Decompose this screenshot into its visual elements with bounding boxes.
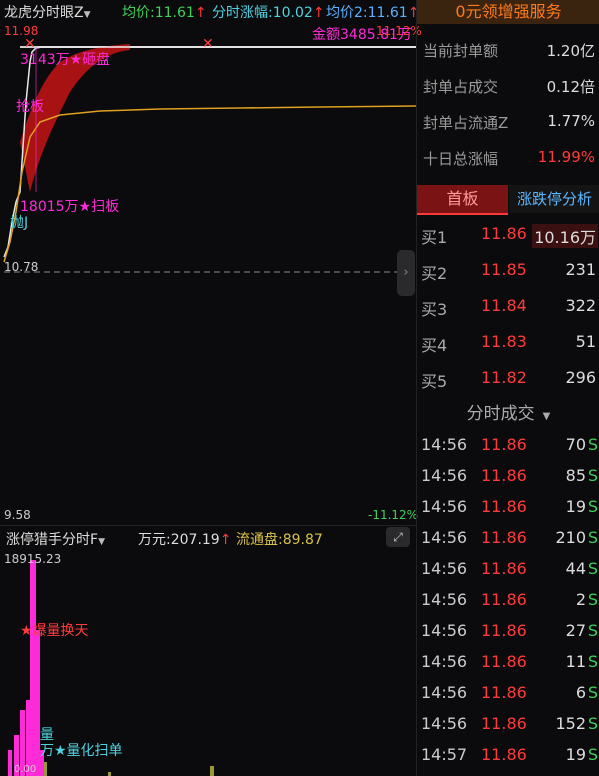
promo-banner[interactable]: 0元领增强服务 — [417, 0, 599, 24]
quote-panel: 0元领增强服务 当前封单额 1.20亿 封单占成交 0.12倍 封单占流通Z 1.77… — [416, 0, 599, 776]
bid-row: 买2 11.85 231 — [421, 260, 596, 283]
trade-row: 14:56 11.86 210 S — [421, 528, 598, 547]
sweep-signal-label: 18015万★扫板 — [20, 199, 120, 215]
trades-header[interactable]: 分时成交 ▼ — [417, 400, 599, 428]
trade-row: 14:56 11.86 2 S — [421, 590, 598, 609]
float-shares-label: 流通盘:89.87 — [236, 532, 323, 548]
indicator-name: 龙虎分时眼Z — [4, 5, 84, 21]
intraday-change-label: 分时涨幅:10.02↑ — [212, 5, 325, 21]
pct-low-label: -11.12% — [368, 508, 419, 522]
chevron-down-icon: ▼ — [98, 537, 105, 547]
trade-row: 14:56 11.86 6 S — [421, 683, 598, 702]
scan-signal-label: 万★量化扫单 — [40, 743, 123, 759]
stat-seal-amount: 当前封单额 1.20亿 — [423, 42, 595, 60]
bid-row: 买1 11.86 10.16万 — [421, 224, 598, 248]
expand-panel-handle[interactable]: › — [397, 250, 415, 296]
grab-signal-label: 抢板 — [16, 99, 44, 115]
indicator-selector[interactable]: 龙虎分时眼Z▼ — [4, 2, 91, 22]
volume-max-label: 18915.23 — [4, 552, 62, 566]
burst-signal-label: ★爆量换天 — [20, 623, 89, 639]
pct-high-label: 11.12% — [376, 24, 422, 38]
volume-indicator-header: 涨停猎手分时F▼ 万元:207.19↑ 流通盘:89.87 — [0, 525, 416, 550]
trade-row: 14:56 11.86 85 S — [421, 466, 598, 485]
up-arrow-icon: ↑ — [194, 5, 207, 21]
volume-zero-label: 0.00 — [14, 764, 37, 775]
bid-row: 买3 11.84 322 — [421, 296, 596, 319]
trade-row: 14:56 11.86 27 S — [421, 621, 598, 640]
caret-down-icon: ▼ — [542, 411, 551, 422]
volume-bar — [8, 750, 12, 776]
price-base-label: 10.78 — [4, 260, 39, 274]
trade-row: 14:57 11.86 19 S — [421, 745, 598, 764]
chevron-right-icon: › — [403, 265, 409, 280]
tab-limit-analysis[interactable]: 涨跌停分析 — [509, 185, 599, 213]
stat-seal-float: 封单占流通Z 1.77% — [423, 112, 595, 132]
up-arrow-icon: ↑ — [219, 532, 232, 548]
stat-seal-ratio: 封单占成交 0.12倍 — [423, 78, 595, 96]
tab-first-board[interactable]: 首板 — [417, 185, 508, 215]
volume-indicator-selector[interactable]: 涨停猎手分时F▼ — [6, 529, 105, 549]
trade-row: 14:56 11.86 44 S — [421, 559, 598, 578]
hit-signal-label: 3143万★砸盘 — [20, 52, 111, 68]
indicator-header: 龙虎分时眼Z▼ 均价:11.61↑ 分时涨幅:10.02↑ 均价2:11.61↑ — [0, 0, 420, 22]
stat-ten-day-gain: 十日总涨幅 11.99% — [423, 148, 595, 168]
price-low-label: 9.58 — [4, 508, 31, 522]
bid-row: 买5 11.82 296 — [421, 368, 596, 391]
trade-row: 14:56 11.86 19 S — [421, 497, 598, 516]
volume-bar — [30, 560, 36, 776]
avg-price-label: 均价:11.61↑ — [122, 5, 207, 21]
avg2-price-label: 均价2:11.61↑ — [326, 5, 420, 21]
trade-row: 14:56 11.86 70 S — [421, 435, 598, 454]
chevron-down-icon: ▼ — [83, 10, 91, 20]
avg-price-line — [3, 105, 416, 263]
volume-bar — [44, 762, 47, 776]
trade-row: 14:56 11.86 152 S — [421, 714, 598, 733]
x-marker-icon: ✕ — [202, 36, 214, 52]
price-high-label: 11.98 — [4, 24, 39, 38]
volume-bar — [108, 772, 111, 776]
bid-row: 买4 11.83 51 — [421, 332, 596, 355]
volume-bar — [210, 766, 214, 776]
tab-bar: 首板 涨跌停分析 — [417, 185, 599, 215]
intraday-price-chart[interactable]: ✕ ✕ — [0, 22, 416, 525]
dump-signal-label: 抛J — [10, 215, 29, 231]
amount-label: 万元:207.19↑ — [138, 532, 232, 548]
fullscreen-icon[interactable]: ⤢ — [386, 527, 410, 547]
up-arrow-icon: ↑ — [312, 5, 325, 21]
trade-row: 14:56 11.86 11 S — [421, 652, 598, 671]
chart-panel: 龙虎分时眼Z▼ 均价:11.61↑ 分时涨幅:10.02↑ 均价2:11.61↑… — [0, 0, 422, 776]
